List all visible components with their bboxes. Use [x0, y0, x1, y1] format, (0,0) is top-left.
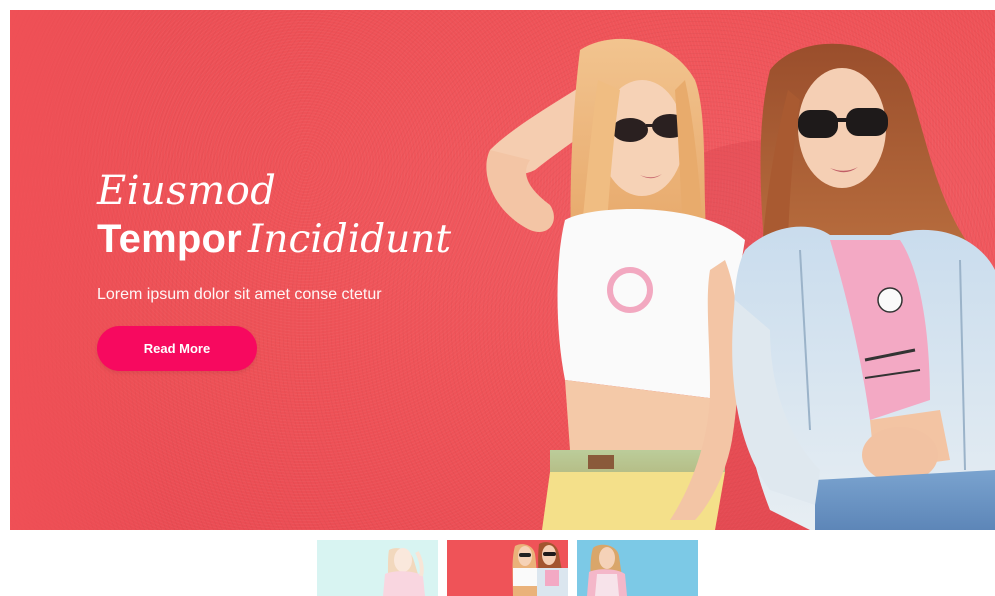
- hero-text-block: Eiusmod Tempor Incididunt Lorem ipsum dol…: [97, 168, 517, 305]
- headline-bold: Tempor: [97, 217, 242, 261]
- thumbnail-3[interactable]: [577, 540, 698, 596]
- hero-subtitle: Lorem ipsum dolor sit amet conse ctetur: [97, 286, 382, 303]
- read-more-button[interactable]: Read More: [97, 326, 257, 371]
- page: Eiusmod Tempor Incididunt Lorem ipsum dol…: [0, 0, 995, 596]
- thumbnail-1[interactable]: [317, 540, 438, 596]
- two-models-photo: [486, 38, 995, 530]
- hero-slide: Eiusmod Tempor Incididunt Lorem ipsum dol…: [10, 10, 995, 530]
- thumbnail-2[interactable]: [447, 540, 568, 596]
- headline-italic-end: Incididunt: [247, 217, 452, 262]
- model-photo-mint: [317, 540, 438, 596]
- headline-line: Tempor Incididunt: [97, 216, 517, 271]
- headline-italic-top: Eiusmod: [97, 168, 277, 214]
- left-model: [486, 38, 745, 530]
- slider-thumbnails: [317, 540, 698, 596]
- two-models-photo: [447, 540, 568, 596]
- right-model: [732, 43, 995, 530]
- model-photo-sky: [577, 540, 698, 596]
